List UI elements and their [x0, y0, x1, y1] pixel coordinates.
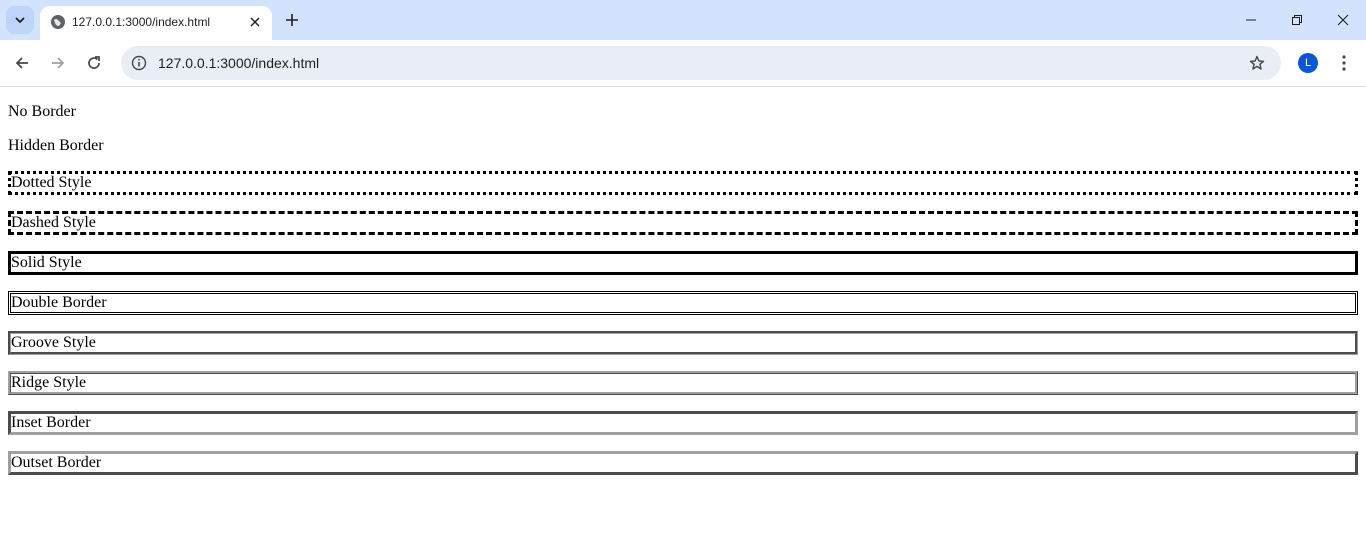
browser-toolbar: 127.0.0.1:3000/index.html L: [0, 40, 1366, 87]
site-info-button[interactable]: [127, 51, 151, 75]
plus-icon: [286, 14, 298, 26]
dotted-border-paragraph: Dotted Style: [8, 171, 1358, 195]
no-border-paragraph: No Border: [8, 103, 76, 120]
minimize-icon: [1246, 19, 1256, 21]
solid-border-paragraph: Solid Style: [8, 251, 1358, 275]
menu-button[interactable]: [1330, 49, 1358, 77]
dashed-border-paragraph: Dashed Style: [8, 211, 1358, 235]
kebab-menu-icon: [1342, 55, 1346, 71]
reload-button[interactable]: [79, 48, 109, 78]
page-content: No Border Hidden Border Dotted Style Das…: [0, 88, 1366, 533]
new-tab-button[interactable]: [280, 8, 304, 32]
url-text[interactable]: 127.0.0.1:3000/index.html: [158, 54, 319, 72]
outset-border-paragraph: Outset Border: [8, 451, 1358, 475]
tab-search-button[interactable]: [6, 6, 34, 34]
tab-title: 127.0.0.1:3000/index.html: [72, 15, 211, 29]
site-info-icon: [131, 55, 147, 71]
bookmark-button[interactable]: [1245, 51, 1269, 75]
close-icon: [250, 17, 260, 27]
groove-border-paragraph: Groove Style: [8, 331, 1358, 355]
tab-strip: 127.0.0.1:3000/index.html: [0, 0, 1366, 40]
hidden-border-paragraph: Hidden Border: [8, 137, 104, 154]
inset-border-paragraph: Inset Border: [8, 411, 1358, 435]
globe-icon: [51, 15, 65, 29]
window-close-button[interactable]: [1320, 0, 1366, 40]
browser-tab[interactable]: 127.0.0.1:3000/index.html: [40, 6, 272, 40]
chevron-down-icon: [15, 17, 25, 24]
window-close-icon: [1337, 14, 1349, 26]
minimize-button[interactable]: [1228, 0, 1274, 40]
back-arrow-icon: [15, 57, 28, 69]
tab-close-button[interactable]: [246, 13, 264, 31]
avatar[interactable]: L: [1298, 53, 1318, 73]
back-button[interactable]: [7, 48, 37, 78]
forward-arrow-icon: [52, 57, 65, 69]
reload-icon: [88, 56, 100, 69]
address-bar[interactable]: 127.0.0.1:3000/index.html: [121, 46, 1281, 80]
restore-icon: [1292, 15, 1302, 25]
restore-button[interactable]: [1274, 0, 1320, 40]
double-border-paragraph: Double Border: [8, 291, 1358, 315]
ridge-border-paragraph: Ridge Style: [8, 371, 1358, 395]
forward-button[interactable]: [43, 48, 73, 78]
star-icon: [1249, 55, 1265, 70]
